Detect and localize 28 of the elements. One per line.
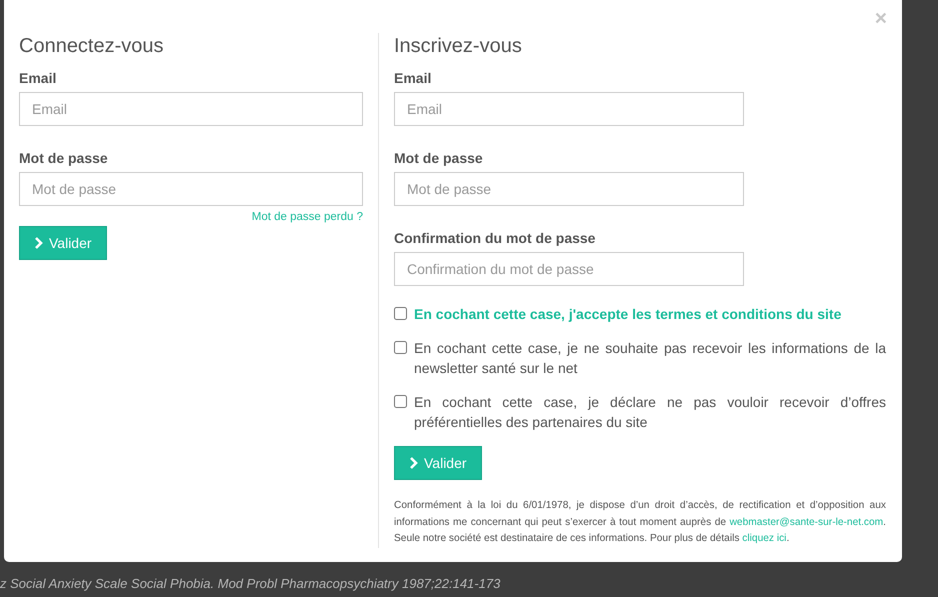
chevron-right-icon — [409, 457, 418, 469]
checkbox[interactable] — [394, 307, 407, 320]
input-field[interactable]: Email — [19, 92, 363, 126]
checkbox-label: En cochant cette case, je ne souhaite pas recevoir les informations de la newsletter santé sur le net — [414, 339, 886, 378]
field-label: Mot de passe — [394, 150, 484, 166]
field-label: Email — [19, 70, 58, 86]
chevron-right-icon — [34, 237, 43, 249]
submit-button[interactable]: Valider — [19, 226, 107, 260]
link[interactable]: cliquez ici — [742, 533, 786, 544]
close-button[interactable]: × — [874, 9, 887, 29]
submit-button[interactable]: Valider — [394, 446, 482, 480]
input-field[interactable]: Email — [394, 92, 744, 126]
checkbox-label: En cochant cette case, je déclare ne pas vouloir recevoir d’offres préférentielles des partenaires du site — [414, 393, 886, 432]
field-label: Mot de passe — [19, 150, 109, 166]
field-label: Email — [394, 70, 432, 86]
forgot-password-link[interactable]: Mot de passe perdu ? — [252, 210, 363, 224]
checkbox[interactable] — [394, 395, 407, 408]
legal-notice: Conformément à la loi du 6/01/1978, je dispose d’un droit d’accès, de rectification et d’opposition aux informations me concernant qui peut s’exercer à tout moment auprès de webmaster@sante-sur-le-net.com. Seule notre société est destinataire de ces informations. Pour plus de détails cliquez ici. — [394, 499, 886, 546]
background-citation-text: z Social Anxiety Scale Social Phobia. Mod Probl Pharmacopsychiatry 1987;22:141-173 — [0, 576, 500, 591]
input-field[interactable]: Mot de passe — [394, 172, 744, 206]
checkbox-label: En cochant cette case, j'accepte les termes et conditions du site — [414, 305, 842, 324]
input-field[interactable]: Confirmation du mot de passe — [394, 252, 744, 286]
checkbox[interactable] — [394, 341, 407, 354]
input-field[interactable]: Mot de passe — [19, 172, 363, 206]
login-title: Connectez-vous — [19, 34, 165, 59]
register-title: Inscrivez-vous — [394, 34, 523, 59]
link[interactable]: webmaster@sante-sur-le-net.com — [730, 516, 884, 528]
field-label: Confirmation du mot de passe — [394, 230, 596, 246]
